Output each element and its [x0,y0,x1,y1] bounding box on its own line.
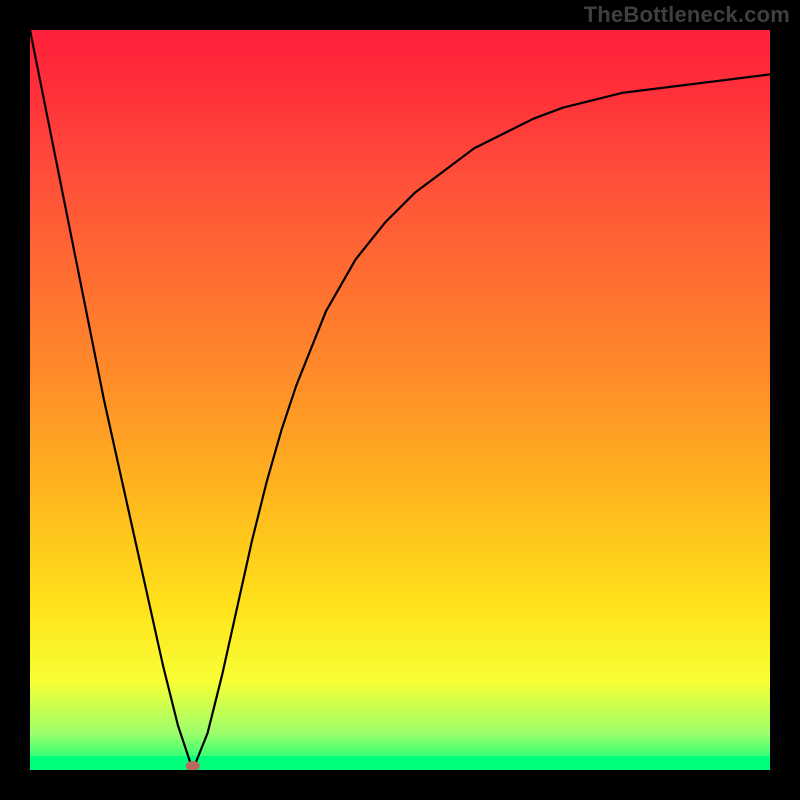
curve-svg [30,30,770,770]
min-marker-dot [186,761,200,770]
watermark-text: TheBottleneck.com [584,2,790,28]
bottleneck-curve [30,30,770,770]
chart-frame: TheBottleneck.com [0,0,800,800]
plot-area [30,30,770,770]
